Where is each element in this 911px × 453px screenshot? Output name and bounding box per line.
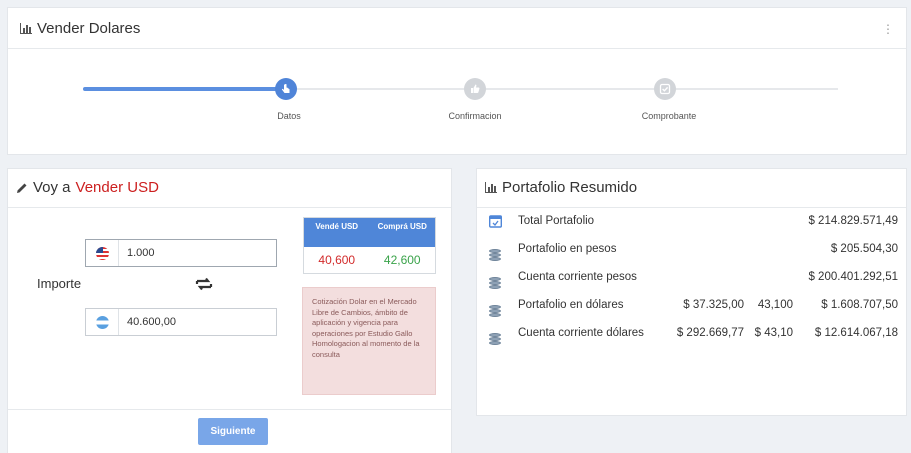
bar-chart-icon [20, 23, 32, 34]
sell-panel-title: Voy a Vender USD [16, 179, 159, 196]
ars-amount-field[interactable] [85, 308, 277, 336]
row-label: Total Portafolio [518, 215, 595, 227]
step-label-confirmacion: Confirmacion [448, 111, 502, 121]
row-amount: $ 1.608.707,50 [821, 299, 898, 311]
row-usd-holding: $ 37.325,00 [683, 299, 744, 311]
step-confirmacion-indicator[interactable] [464, 78, 486, 100]
database-icon [489, 270, 502, 289]
portfolio-title-text: Portafolio Resumido [502, 179, 638, 196]
row-label: Cuenta corriente pesos [518, 271, 637, 283]
check-square-icon [659, 83, 671, 95]
calendar-icon [488, 214, 503, 228]
buy-rate-value: 42,600 [383, 253, 421, 267]
sell-usd-panel: Voy aVender USD Importe Vendé USD Comprá… [7, 168, 452, 453]
wizard-title: Vender Dolares [20, 20, 140, 37]
thumbs-up-icon [471, 84, 480, 93]
usd-amount-input[interactable] [119, 240, 274, 266]
sell-title-prefix: Voy a [33, 179, 71, 196]
portfolio-row: Portafolio en dólares $ 37.325,00 43,100… [477, 292, 908, 320]
swap-arrows-icon[interactable] [194, 277, 214, 291]
wizard-title-text: Vender Dolares [37, 20, 141, 37]
portfolio-row: Cuenta corriente dólares $ 292.669,77 $ … [477, 320, 908, 348]
importe-label: Importe [37, 276, 82, 291]
more-options-icon[interactable]: ⋮ [882, 22, 894, 36]
argentina-flag-icon [86, 309, 119, 335]
sell-title-highlight: Vender USD [75, 179, 159, 196]
sell-rate-value: 40,600 [318, 253, 356, 267]
sell-usd-header: Vendé USD [315, 222, 359, 231]
step-comprobante-indicator[interactable] [654, 78, 676, 100]
portfolio-row: Total Portafolio $ 214.829.571,49 [477, 208, 908, 236]
row-exchange-rate: $ 43,10 [754, 327, 793, 339]
divider [8, 409, 451, 410]
database-icon [489, 298, 502, 317]
ars-amount-input[interactable] [119, 309, 274, 335]
row-label: Portafolio en pesos [518, 243, 617, 255]
row-usd-holding: $ 292.669,77 [676, 327, 744, 339]
divider [8, 207, 451, 208]
row-amount: $ 214.829.571,49 [808, 215, 898, 227]
buy-usd-header: Comprá USD [377, 222, 427, 231]
usa-flag-icon [86, 240, 119, 266]
row-amount: $ 200.401.292,51 [808, 271, 898, 283]
divider [8, 48, 906, 49]
wizard-panel: Vender Dolares ⋮ Datos Confirmacion Comp… [7, 7, 907, 155]
row-amount: $ 205.504,30 [830, 243, 898, 255]
hand-pointer-icon [281, 83, 290, 93]
portfolio-summary-panel: Portafolio Resumido Total Portafolio $ 2… [476, 168, 907, 416]
next-button[interactable]: Siguiente [198, 418, 268, 445]
portfolio-row: Portafolio en pesos $ 205.504,30 [477, 236, 908, 264]
portfolio-row: Cuenta corriente pesos $ 200.401.292,51 [477, 264, 908, 292]
database-icon [489, 242, 502, 261]
row-label: Portafolio en dólares [518, 299, 624, 311]
row-label: Cuenta corriente dólares [518, 327, 644, 339]
pencil-icon [17, 183, 27, 193]
progress-fill [83, 87, 293, 91]
row-amount: $ 12.614.067,18 [814, 327, 898, 339]
quote-disclaimer: Cotización Dolar en el Mercado Libre de … [302, 287, 436, 395]
step-label-datos: Datos [277, 111, 301, 121]
bar-chart-icon [485, 182, 497, 193]
quote-table: Vendé USD Comprá USD 40,600 42,600 [303, 217, 436, 274]
usd-amount-field[interactable] [85, 239, 277, 267]
row-exchange-rate: 43,100 [757, 299, 793, 311]
step-label-comprobante: Comprobante [641, 111, 697, 121]
database-icon [489, 326, 502, 345]
portfolio-title: Portafolio Resumido [485, 179, 637, 196]
step-datos-indicator[interactable] [275, 78, 297, 100]
